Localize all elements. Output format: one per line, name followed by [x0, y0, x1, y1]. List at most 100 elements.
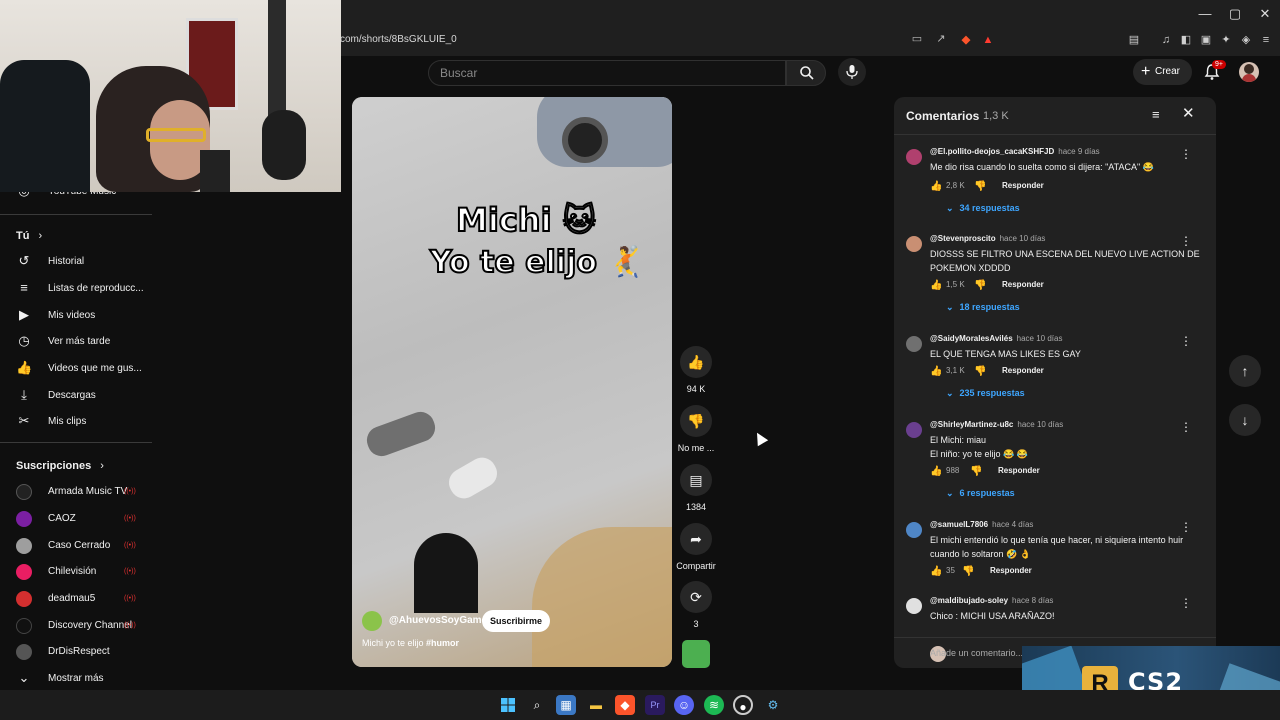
subscription-item[interactable]: CAOZ ((•)): [0, 507, 152, 531]
view-replies-button[interactable]: ⌄ 235 respuestas: [946, 388, 1025, 399]
sidebar-item-downloads[interactable]: ⤓ Descargas: [0, 384, 152, 408]
sidebar-item-watch-later[interactable]: ◷ Ver más tarde: [0, 330, 152, 354]
view-replies-button[interactable]: ⌄ 18 respuestas: [946, 302, 1020, 313]
more-options-icon[interactable]: ⋮: [1180, 234, 1192, 248]
steam-icon[interactable]: ⚙: [763, 695, 783, 715]
comments-button[interactable]: ▤ 1384: [676, 464, 716, 512]
show-more-button[interactable]: ⌄ Mostrar más: [0, 667, 152, 691]
sidebar-item-playlists[interactable]: ≡ Listas de reproducc...: [0, 277, 152, 301]
create-button[interactable]: + Crear: [1133, 59, 1192, 85]
comment-author[interactable]: @ShirleyMartinez-u8c hace 10 días: [930, 420, 1063, 429]
view-replies-button[interactable]: ⌄ 34 respuestas: [946, 203, 1020, 214]
commenter-avatar[interactable]: [906, 522, 922, 538]
more-options-icon[interactable]: ⋮: [1180, 420, 1192, 434]
maximize-button[interactable]: ▢: [1226, 6, 1244, 22]
dislike-comment-icon[interactable]: 👎: [974, 181, 986, 192]
sidebar-icon[interactable]: ◧: [1178, 32, 1194, 48]
like-comment-icon[interactable]: 👍: [930, 566, 942, 577]
commenter-avatar[interactable]: [906, 422, 922, 438]
share-icon[interactable]: ↗: [934, 32, 948, 46]
sidebar-item-my-videos[interactable]: ▶ Mis videos: [0, 304, 152, 328]
like-comment-icon[interactable]: 👍: [930, 181, 942, 192]
subscriptions-heading[interactable]: Suscripciones ›: [16, 460, 104, 472]
view-replies-button[interactable]: ⌄ 6 respuestas: [946, 488, 1015, 499]
url-text[interactable]: com/shorts/8BsGKLUIE_0: [340, 34, 457, 45]
subscription-item[interactable]: Chilevisión ((•)): [0, 560, 152, 584]
wallet-icon[interactable]: ▣: [1198, 32, 1214, 48]
sound-thumbnail[interactable]: [682, 640, 710, 668]
reply-button[interactable]: Responder: [990, 566, 1032, 575]
like-button[interactable]: 👍 94 K: [676, 346, 716, 394]
account-avatar[interactable]: [1239, 62, 1259, 82]
reply-button[interactable]: Responder: [1002, 181, 1044, 190]
menu-icon[interactable]: ≡: [1258, 32, 1274, 48]
subscription-item[interactable]: DrDisRespect: [0, 640, 152, 664]
sidebar-item-clips[interactable]: ✂ Mis clips: [0, 410, 152, 434]
cast-icon[interactable]: ▭: [910, 32, 924, 46]
sidebar-item-liked-videos[interactable]: 👍 Videos que me gus...: [0, 357, 152, 381]
dislike-button[interactable]: 👎 No me ...: [676, 405, 716, 453]
voice-search-button[interactable]: [838, 58, 866, 86]
subscribe-button[interactable]: Suscribirme: [482, 610, 551, 632]
close-icon[interactable]: ✕: [1182, 106, 1198, 122]
discord-icon[interactable]: ☺: [674, 695, 694, 715]
short-video-player[interactable]: Michi 🐱 Yo te elijo 🤾 @AhuevosSoyGamer S…: [352, 97, 672, 667]
file-explorer-icon[interactable]: ▬: [586, 695, 606, 715]
search-taskbar-icon[interactable]: ⌕: [527, 695, 547, 715]
obs-icon[interactable]: ●: [733, 695, 753, 715]
reply-button[interactable]: Responder: [1002, 280, 1044, 289]
commenter-avatar[interactable]: [906, 149, 922, 165]
more-options-icon[interactable]: ⋮: [1180, 147, 1192, 161]
brave-shield-icon[interactable]: ◆: [958, 32, 974, 48]
comment-author[interactable]: @Stevenproscito hace 10 días: [930, 234, 1045, 243]
dislike-comment-icon[interactable]: 👎: [962, 566, 974, 577]
commenter-avatar[interactable]: [906, 336, 922, 352]
comment-author[interactable]: @maldibujado-soley hace 8 días: [930, 596, 1053, 605]
commenter-avatar[interactable]: [906, 598, 922, 614]
brave-browser-icon[interactable]: ◆: [615, 695, 635, 715]
more-options-icon[interactable]: ⋮: [1180, 520, 1192, 534]
vpn-icon[interactable]: ◈: [1238, 32, 1254, 48]
minimize-button[interactable]: —: [1196, 6, 1214, 22]
subscription-item[interactable]: deadmau5 ((•)): [0, 587, 152, 611]
channel-avatar[interactable]: [362, 611, 382, 631]
search-button[interactable]: [786, 60, 826, 86]
more-options-icon[interactable]: ⋮: [1180, 334, 1192, 348]
dislike-comment-icon[interactable]: 👎: [974, 366, 986, 377]
sidebar-item-history[interactable]: ↺ Historial: [0, 250, 152, 274]
subscription-item[interactable]: Caso Cerrado ((•)): [0, 534, 152, 558]
comment-author[interactable]: @El.pollito-deojos_cacaKSHFJD hace 9 días: [930, 147, 1100, 156]
premiere-pro-icon[interactable]: Pr: [645, 695, 665, 715]
channel-name[interactable]: @AhuevosSoyGamer: [389, 615, 491, 626]
reader-mode-icon[interactable]: ▤: [1126, 32, 1142, 48]
sort-icon[interactable]: ≡: [1152, 107, 1168, 123]
leo-ai-icon[interactable]: ✦: [1218, 32, 1234, 48]
photos-app-icon[interactable]: ▦: [556, 695, 576, 715]
reply-button[interactable]: Responder: [1002, 366, 1044, 375]
like-comment-icon[interactable]: 👍: [930, 280, 942, 291]
previous-short-button[interactable]: ↑: [1229, 355, 1261, 387]
brave-rewards-icon[interactable]: ▲: [980, 32, 996, 48]
windows-start-icon[interactable]: [498, 695, 518, 715]
next-short-button[interactable]: ↓: [1229, 404, 1261, 436]
you-section-heading[interactable]: Tú ›: [16, 230, 42, 242]
like-comment-icon[interactable]: 👍: [930, 366, 942, 377]
remix-button[interactable]: ⟳ 3: [676, 581, 716, 629]
subscription-item[interactable]: Armada Music TV ((•)): [0, 480, 152, 504]
more-options-icon[interactable]: ⋮: [1180, 596, 1192, 610]
reply-button[interactable]: Responder: [998, 466, 1040, 475]
comment-author[interactable]: @SaidyMoralesAvilés hace 10 días: [930, 334, 1062, 343]
dislike-comment-icon[interactable]: 👎: [970, 466, 982, 477]
hashtag-link[interactable]: #humor: [426, 638, 459, 648]
search-input[interactable]: Buscar: [428, 60, 786, 86]
dislike-comment-icon[interactable]: 👎: [974, 280, 986, 291]
commenter-avatar[interactable]: [906, 236, 922, 252]
music-icon[interactable]: ♫: [1158, 32, 1174, 48]
close-window-button[interactable]: ✕: [1256, 6, 1274, 22]
like-comment-icon[interactable]: 👍: [930, 466, 942, 477]
spotify-icon[interactable]: ≋: [704, 695, 724, 715]
comment-author[interactable]: @samuelL7806 hace 4 días: [930, 520, 1033, 529]
share-button[interactable]: ➦ Compartir: [676, 523, 716, 571]
subscription-item[interactable]: Discovery Channel ((•)): [0, 614, 152, 638]
address-bar[interactable]: com/shorts/8BsGKLUIE_0 ▭ ↗: [340, 30, 1000, 50]
